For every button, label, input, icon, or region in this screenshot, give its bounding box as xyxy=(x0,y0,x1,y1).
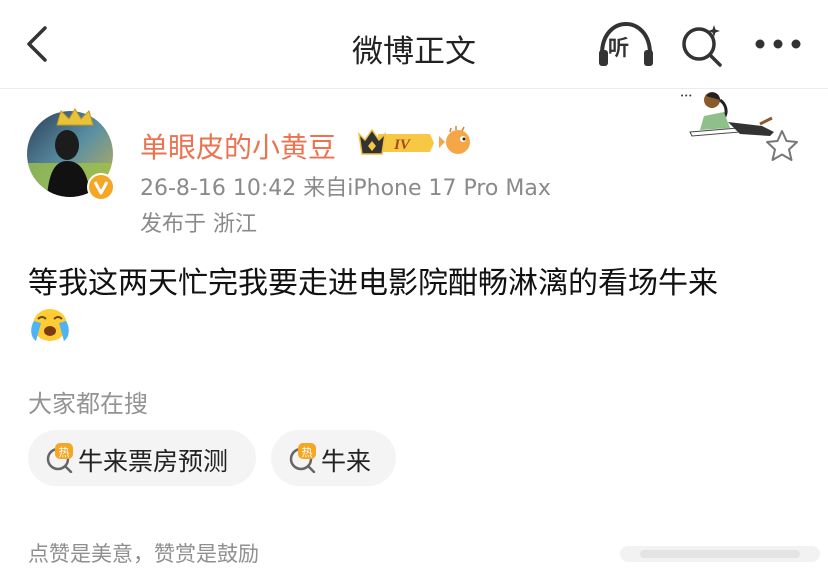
hot-search-icon: 热 xyxy=(289,443,316,473)
favorite-star-icon[interactable] xyxy=(764,128,800,164)
more-options-icon[interactable] xyxy=(752,30,804,58)
post-timestamp-source: 26-8-16 10:42 来自iPhone 17 Pro Max xyxy=(140,176,551,201)
crying-face-emoji-icon xyxy=(31,309,69,341)
hot-search-chip[interactable]: 热 牛来 xyxy=(271,430,396,486)
girl-reading-decoration: ••• xyxy=(680,92,774,137)
listen-label: 听 xyxy=(608,36,629,60)
verified-badge-icon xyxy=(87,173,115,201)
search-icon[interactable] xyxy=(678,22,726,70)
hot-badge-text: 热 xyxy=(59,446,70,459)
hot-search-chip-label: 牛来票房预测 xyxy=(78,447,229,476)
listen-button[interactable]: 听 xyxy=(596,20,656,70)
supporter-avatars-strip[interactable] xyxy=(620,544,820,564)
vip-level-badge[interactable]: IV xyxy=(356,126,436,160)
hot-search-chip-label: 牛来 xyxy=(321,447,372,476)
hot-search-icon: 热 xyxy=(46,443,73,473)
username[interactable]: 单眼皮的小黄豆 xyxy=(140,126,336,166)
post-text: 等我这两天忙完我要走进电影院酣畅淋漓的看场牛来 xyxy=(28,266,718,301)
svg-text:•••: ••• xyxy=(680,92,692,100)
hot-badge-text: 热 xyxy=(302,446,313,459)
hot-search-label: 大家都在搜 xyxy=(28,390,148,418)
avatar-crown-icon xyxy=(56,108,94,126)
avatar[interactable] xyxy=(27,108,115,201)
like-encourage-text: 点赞是美意，赞赏是鼓励 xyxy=(28,542,259,566)
pufferfish-icon[interactable] xyxy=(438,124,474,160)
nav-bar: 微博正文 听 xyxy=(0,0,828,88)
post-location: 发布于 浙江 xyxy=(140,212,257,237)
vip-level-text: IV xyxy=(393,137,412,153)
hot-search-chip[interactable]: 热 牛来票房预测 xyxy=(28,430,256,486)
